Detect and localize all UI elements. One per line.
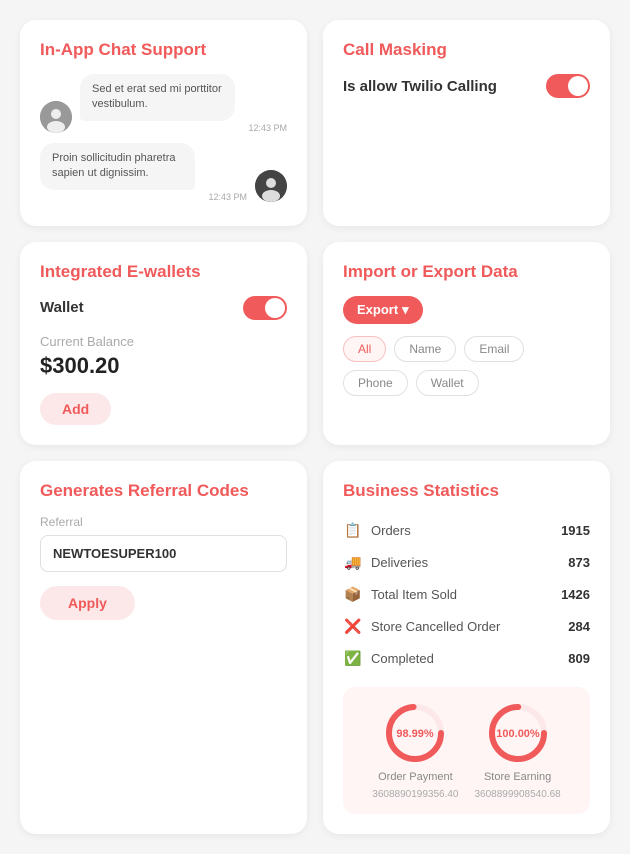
stats-list: 📋 Orders 1915 🚚 Deliveries 873 📦 Total I…: [343, 515, 590, 675]
avatar-right: [255, 170, 287, 202]
svg-text:98.99%: 98.99%: [397, 728, 435, 740]
export-label: Export: [357, 302, 398, 317]
stat-row: ❌ Store Cancelled Order 284: [343, 611, 590, 643]
call-masking-title: Call Masking: [343, 40, 590, 60]
stat-row: ✅ Completed 809: [343, 643, 590, 675]
ewallets-title: Integrated E-wallets: [40, 262, 287, 282]
filter-tags: All Name Email Phone Wallet: [343, 336, 590, 396]
export-dropdown-icon: ▾: [402, 302, 409, 318]
call-masking-toggle-row: Is allow Twilio Calling: [343, 74, 590, 98]
chat-time-2: 12:43 PM: [40, 192, 247, 202]
stat-label: Store Cancelled Order: [371, 619, 500, 634]
balance-label: Current Balance: [40, 334, 287, 349]
chart-value: 3608899908540.68: [475, 789, 561, 800]
filter-tag-phone[interactable]: Phone: [343, 370, 408, 396]
stat-left: 📋 Orders: [343, 521, 411, 541]
filter-tag-all[interactable]: All: [343, 336, 386, 362]
avatar-left: [40, 101, 72, 133]
stat-value: 809: [568, 651, 590, 666]
stat-left: ❌ Store Cancelled Order: [343, 617, 500, 637]
stat-label: Total Item Sold: [371, 587, 457, 602]
balance-amount: $300.20: [40, 353, 287, 379]
import-export-card: Import or Export Data Export ▾ All Name …: [323, 242, 610, 445]
wallet-toggle[interactable]: [243, 296, 287, 320]
svg-text:100.00%: 100.00%: [496, 728, 540, 740]
chat-bubble-text-2: Proin sollicitudin pharetra sapien ut di…: [40, 143, 195, 190]
chart-value: 3608890199356.40: [372, 789, 458, 800]
stat-label: Orders: [371, 523, 411, 538]
stat-value: 284: [568, 619, 590, 634]
referral-label: Referral: [40, 515, 287, 529]
chart-label: Store Earning: [484, 771, 551, 783]
stat-label: Deliveries: [371, 555, 428, 570]
call-masking-label: Is allow Twilio Calling: [343, 78, 497, 95]
export-button[interactable]: Export ▾: [343, 296, 423, 324]
stat-left: ✅ Completed: [343, 649, 434, 669]
wallet-toggle-row: Wallet: [40, 296, 287, 320]
import-export-title: Import or Export Data: [343, 262, 590, 282]
referral-card: Generates Referral Codes Referral Apply: [20, 461, 307, 834]
stat-left: 🚚 Deliveries: [343, 553, 428, 573]
chart-label: Order Payment: [378, 771, 453, 783]
call-masking-card: Call Masking Is allow Twilio Calling: [323, 20, 610, 226]
referral-input[interactable]: [40, 535, 287, 572]
filter-tag-email[interactable]: Email: [464, 336, 524, 362]
filter-tag-name[interactable]: Name: [394, 336, 456, 362]
donut-chart: 100.00%: [486, 701, 550, 765]
stat-icon: 🚚: [343, 553, 363, 573]
filter-tag-wallet[interactable]: Wallet: [416, 370, 479, 396]
stat-icon: ❌: [343, 617, 363, 637]
stat-value: 1426: [561, 587, 590, 602]
wallet-label: Wallet: [40, 299, 84, 316]
stat-icon: 📦: [343, 585, 363, 605]
call-masking-toggle[interactable]: [546, 74, 590, 98]
stat-value: 1915: [561, 523, 590, 538]
chat-title: In-App Chat Support: [40, 40, 287, 60]
ewallets-card: Integrated E-wallets Wallet Current Bala…: [20, 242, 307, 445]
stat-row: 📋 Orders 1915: [343, 515, 590, 547]
chat-message-1: Sed et erat sed mi porttitor vestibulum.…: [40, 74, 287, 133]
business-stats-card: Business Statistics 📋 Orders 1915 🚚 Deli…: [323, 461, 610, 834]
chart-item: 100.00% Store Earning 3608899908540.68: [475, 701, 561, 800]
stat-row: 📦 Total Item Sold 1426: [343, 579, 590, 611]
chat-time-1: 12:43 PM: [80, 123, 287, 133]
chat-bubble-text-1: Sed et erat sed mi porttitor vestibulum.: [80, 74, 235, 121]
chart-item: 98.99% Order Payment 3608890199356.40: [372, 701, 458, 800]
stat-value: 873: [568, 555, 590, 570]
stat-icon: ✅: [343, 649, 363, 669]
business-stats-title: Business Statistics: [343, 481, 590, 501]
stat-label: Completed: [371, 651, 434, 666]
donut-chart: 98.99%: [383, 701, 447, 765]
stat-row: 🚚 Deliveries 873: [343, 547, 590, 579]
stat-left: 📦 Total Item Sold: [343, 585, 457, 605]
chat-support-card: In-App Chat Support Sed et erat sed mi p…: [20, 20, 307, 226]
add-button[interactable]: Add: [40, 393, 111, 425]
apply-button[interactable]: Apply: [40, 586, 135, 620]
chat-message-2: Proin sollicitudin pharetra sapien ut di…: [40, 143, 287, 202]
stat-icon: 📋: [343, 521, 363, 541]
referral-title: Generates Referral Codes: [40, 481, 287, 501]
